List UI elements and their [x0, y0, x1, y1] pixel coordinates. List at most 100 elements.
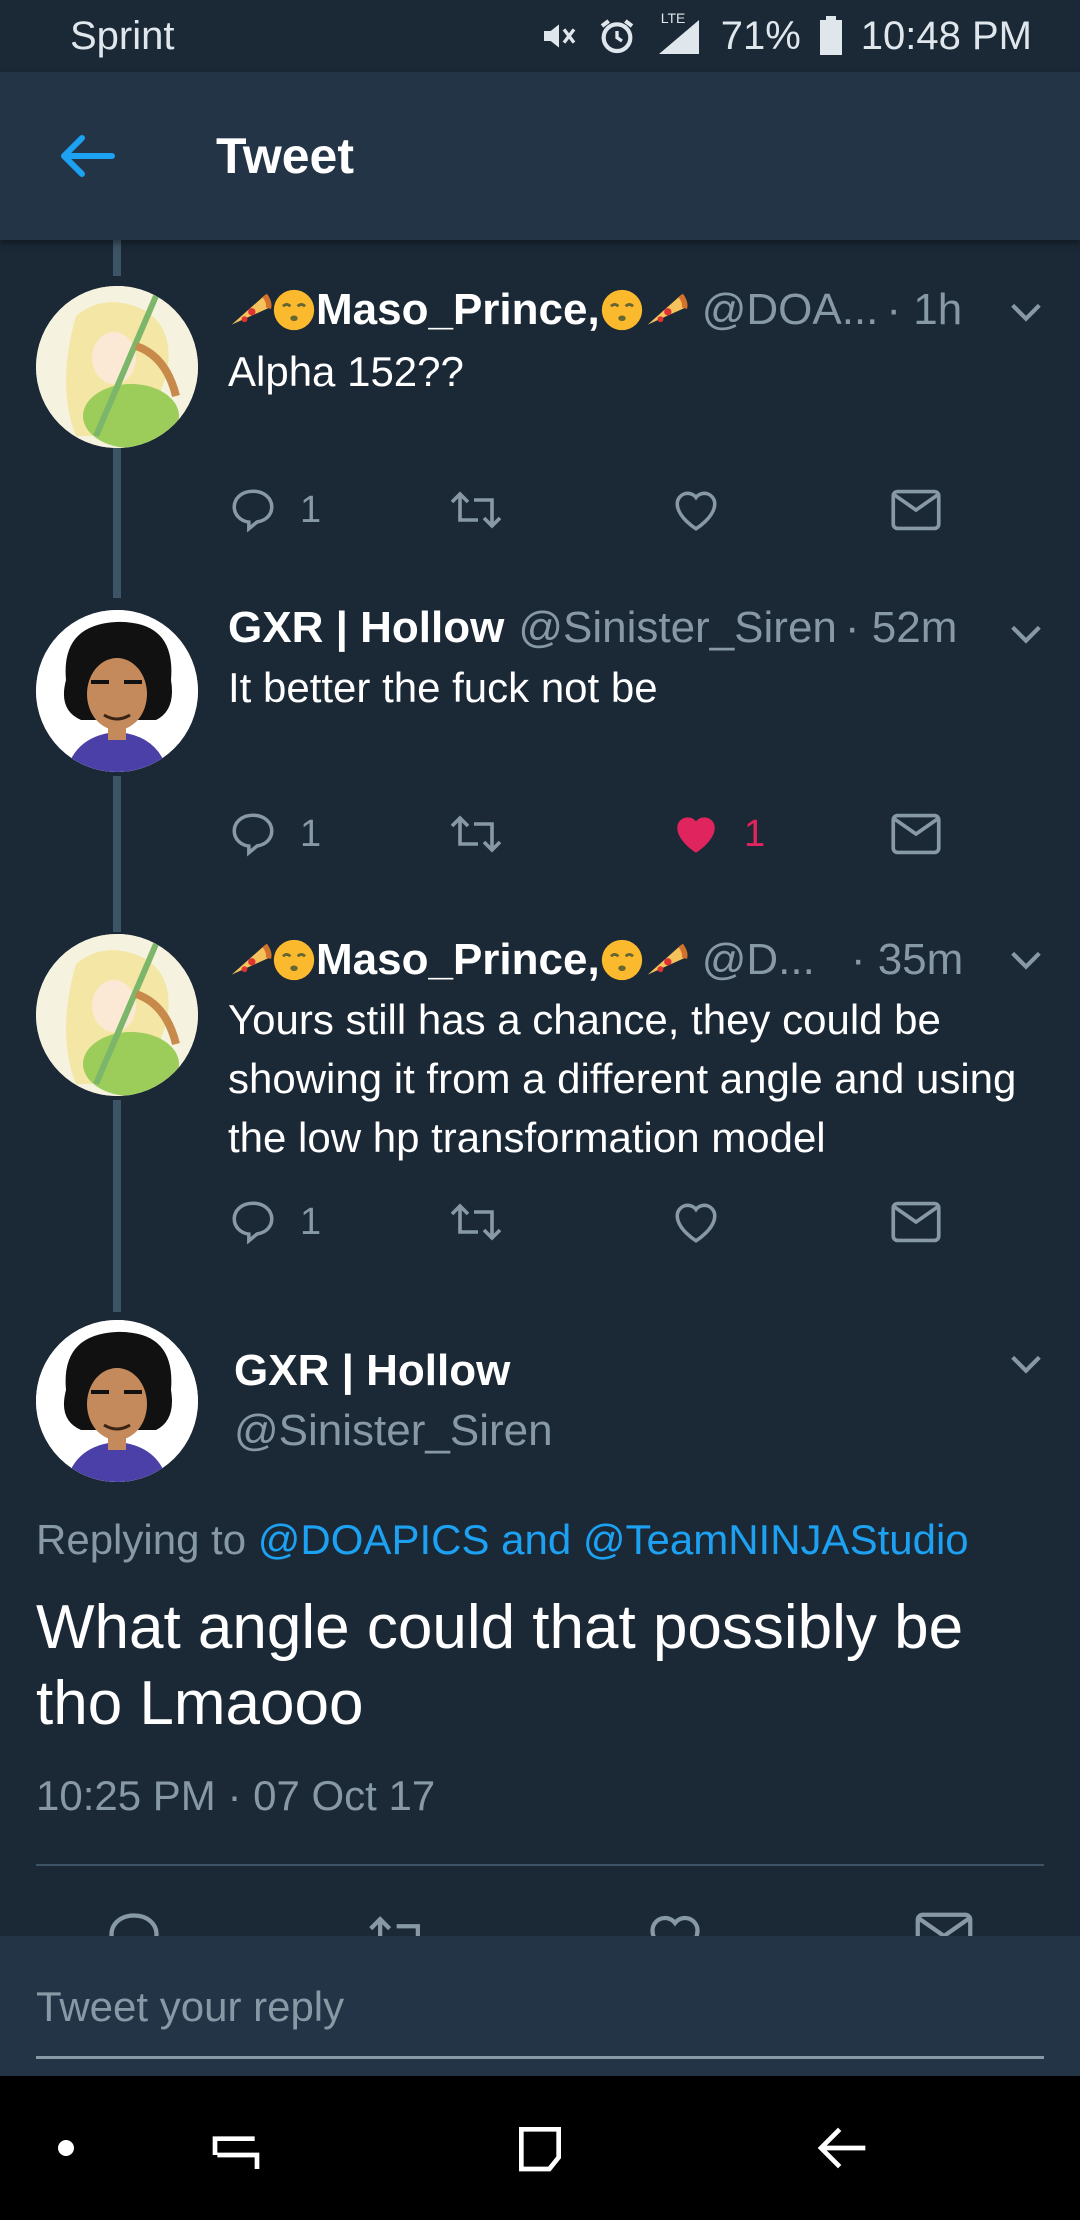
replying-to: Replying to @DOAPICS and @TeamNINJAStudi… [36, 1516, 969, 1564]
tweet-timestamp: 10:25 PM · 07 Oct 17 [36, 1772, 436, 1819]
reply-count: 1 [300, 488, 322, 531]
signal-icon: LTE [655, 10, 703, 56]
thread-line [113, 448, 121, 598]
reply-count: 1 [300, 812, 322, 855]
reply-icon [232, 489, 274, 533]
tweet-header: Maso_Prince, @DOA... · 1h [228, 280, 990, 340]
chevron-down-icon[interactable] [1006, 614, 1046, 654]
avatar-image [36, 1320, 198, 1482]
tweet-time: · 52m [844, 603, 958, 652]
back-arrow-icon [61, 135, 115, 177]
like-button[interactable] [670, 1192, 744, 1252]
thread-line [113, 1100, 121, 1312]
clock-label: 10:48 PM [860, 13, 1032, 58]
pizza-emoji [231, 943, 272, 975]
like-count: 1 [744, 812, 766, 855]
back-button[interactable] [46, 116, 126, 196]
chevron-down-icon[interactable] [1006, 292, 1046, 332]
like-button[interactable]: 1 [670, 804, 765, 864]
recents-icon [212, 2136, 260, 2169]
tweet-time: · 1h [886, 285, 963, 334]
display-name[interactable]: GXR | Hollow [234, 1346, 510, 1396]
retweet-icon [450, 815, 502, 853]
reply-button[interactable]: 1 [228, 480, 321, 540]
home-button[interactable] [498, 2106, 582, 2190]
avatar-image [36, 286, 198, 448]
thread-line [113, 240, 121, 276]
dm-button[interactable] [890, 804, 942, 864]
reply-input[interactable] [36, 1976, 1044, 2038]
dm-icon[interactable] [914, 1910, 974, 1938]
user-handle[interactable]: @DOA... [702, 285, 879, 335]
user-handle[interactable]: @D... [702, 935, 815, 985]
divider [36, 1864, 1044, 1866]
pizza-emoji [647, 293, 688, 325]
retweet-button[interactable] [448, 480, 504, 540]
reply-icon[interactable] [104, 1908, 164, 1938]
thread-line [113, 776, 121, 932]
reply-button[interactable]: 1 [228, 804, 321, 864]
tweet-text: Alpha 152?? [228, 348, 464, 395]
status-bar: Sprint LTE 71% 10:48 PM [0, 0, 1080, 72]
retweet-button[interactable] [448, 1192, 504, 1252]
display-name[interactable]: Maso_Prince, [316, 285, 600, 335]
avatar-image [36, 610, 198, 772]
tweet-text: Yours still has a chance, they could be … [228, 996, 1017, 1161]
retweet-icon[interactable] [366, 1908, 432, 1938]
retweet-button[interactable] [448, 804, 504, 864]
avatar-image [36, 934, 198, 1096]
focused-tweet-text: What angle could that possibly be tho Lm… [36, 1593, 964, 1738]
dm-icon [891, 813, 941, 855]
replying-to-link[interactable]: @DOAPICS and @TeamNINJAStudio [258, 1516, 969, 1563]
pizza-emoji [231, 293, 272, 325]
chevron-down-icon[interactable] [1006, 940, 1046, 980]
blush-emoji [273, 939, 315, 981]
chevron-down-icon[interactable] [1006, 1344, 1046, 1384]
avatar[interactable] [36, 934, 198, 1096]
heart-icon[interactable] [644, 1908, 706, 1938]
reply-input-underline [36, 2056, 1044, 2059]
blush-emoji [601, 939, 642, 981]
focused-actions [0, 1900, 1080, 1938]
retweet-icon [450, 491, 502, 529]
replying-prefix: Replying to [36, 1516, 258, 1563]
system-nav-bar [0, 2076, 1080, 2220]
blush-emoji [273, 289, 315, 331]
tweet-actions: 1 1 [228, 804, 968, 864]
battery-icon [819, 16, 842, 55]
tweet-actions: 1 [228, 1192, 968, 1252]
system-back-icon [817, 2127, 866, 2169]
tweet-actions: 1 [228, 480, 968, 540]
retweet-icon [450, 1203, 502, 1241]
user-handle[interactable]: @Sinister_Siren [234, 1406, 553, 1456]
reply-icon [232, 1201, 274, 1245]
tweet-header: GXR | Hollow @Sinister_Siren · 52m [228, 598, 990, 658]
like-button[interactable] [670, 480, 744, 540]
battery-label: 71% [720, 13, 801, 58]
dm-button[interactable] [890, 480, 942, 540]
page-title: Tweet [216, 128, 354, 184]
recents-button[interactable] [194, 2106, 278, 2190]
reply-button[interactable]: 1 [228, 1192, 321, 1252]
display-name[interactable]: GXR | Hollow [228, 603, 504, 653]
tweet-time: · 35m [850, 935, 964, 984]
avatar[interactable] [36, 286, 198, 448]
system-back-button[interactable] [800, 2106, 884, 2190]
dm-icon [891, 489, 941, 531]
heart-icon [675, 491, 717, 531]
reply-composer [0, 1936, 1080, 2076]
pizza-emoji [647, 943, 688, 975]
nav-dot-button[interactable] [24, 2106, 108, 2190]
reply-icon [232, 813, 274, 857]
display-name[interactable]: Maso_Prince, [316, 935, 600, 985]
tweet-text: It better the fuck not be [228, 664, 658, 711]
avatar[interactable] [36, 1320, 198, 1482]
dm-button[interactable] [890, 1192, 942, 1252]
heart-icon [675, 1203, 717, 1243]
app-bar: Tweet [0, 72, 1080, 240]
carrier-label: Sprint [70, 13, 175, 58]
user-handle[interactable]: @Sinister_Siren [518, 603, 837, 653]
alarm-icon [600, 19, 633, 54]
avatar[interactable] [36, 610, 198, 772]
blush-emoji [601, 289, 642, 331]
